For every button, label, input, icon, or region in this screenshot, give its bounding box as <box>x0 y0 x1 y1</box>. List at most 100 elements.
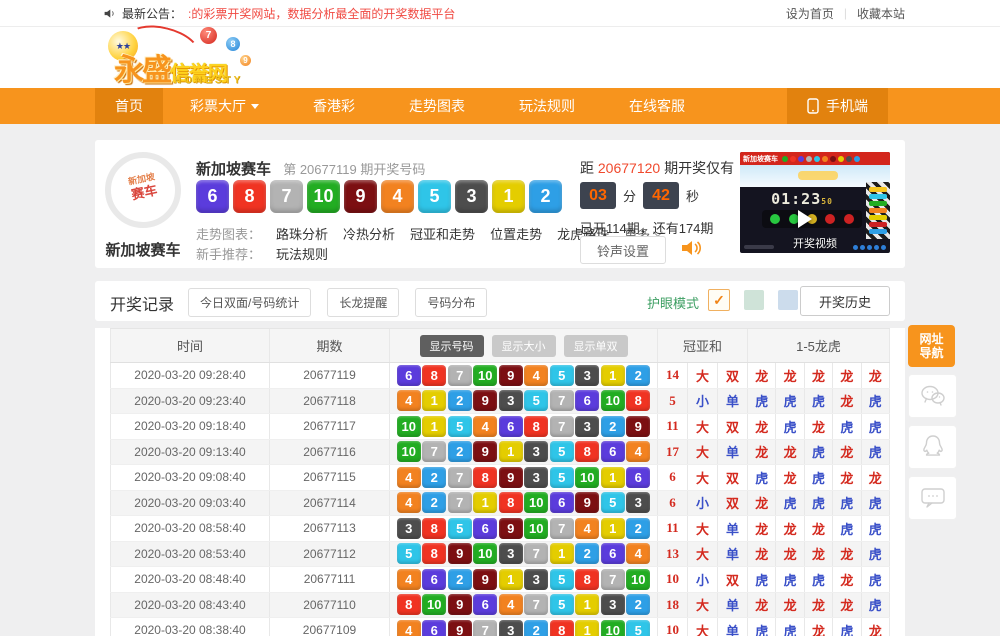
play-icon[interactable] <box>798 210 812 228</box>
site-logo[interactable]: ★★ 7 8 9 永盛信誉网 HONESTY <box>108 29 328 87</box>
result-ball: 9 <box>448 594 472 615</box>
site-nav-button[interactable]: 网址导航 <box>908 325 955 367</box>
show-bigsmall-button[interactable]: 显示大小 <box>492 335 556 357</box>
row-dragon-tiger: 虎 <box>833 516 861 541</box>
nav-item-customer-service[interactable]: 在线客服 <box>602 88 712 124</box>
nav-item-trend-charts[interactable]: 走势图表 <box>382 88 492 124</box>
result-ball: 10 <box>397 416 421 437</box>
mobile-version-button[interactable]: 手机端 <box>787 88 888 124</box>
row-parity: 双 <box>718 363 748 388</box>
link-sum-trend[interactable]: 冠亚和走势 <box>410 224 475 243</box>
result-ball: 2 <box>626 518 650 539</box>
result-ball: 6 <box>473 594 497 615</box>
row-time: 2020-03-20 09:18:40 <box>110 414 270 439</box>
result-ball: 9 <box>575 492 599 513</box>
row-dragon-tiger: 虎 <box>776 567 804 592</box>
row-time: 2020-03-20 09:03:40 <box>110 491 270 516</box>
table-row: 2020-03-20 08:38:40206771094697328110510… <box>110 618 890 636</box>
game-name: 新加坡赛车 <box>95 239 191 260</box>
show-numbers-button[interactable]: 显示号码 <box>420 335 484 357</box>
draw-video-player[interactable]: 新加坡赛车 01:2350 开 <box>740 152 890 253</box>
table-row: 2020-03-20 09:03:4020677114427181069536小… <box>110 491 890 517</box>
link-play-rules[interactable]: 玩法规则 <box>276 244 328 263</box>
row-size: 小 <box>688 389 718 414</box>
row-sum: 5 <box>658 389 688 414</box>
topbar: 最新公告： :的彩票开奖网站，数据分析最全面的开奖数据平台 设为首页 | 收藏本… <box>0 0 1000 27</box>
nav-item-lottery-hall[interactable]: 彩票大厅 <box>163 88 286 124</box>
row-sum: 11 <box>658 414 688 439</box>
set-home-link[interactable]: 设为首页 <box>786 5 834 22</box>
nav-item-home[interactable]: 首页 <box>95 88 163 124</box>
row-balls: 46973281105 <box>390 618 658 636</box>
row-dragon-tiger: 龙 <box>833 465 861 490</box>
bell-settings-button[interactable]: 铃声设置 <box>580 236 666 264</box>
result-ball: 7 <box>601 569 625 590</box>
table-row: 2020-03-20 08:48:40206771114629135871010… <box>110 567 890 593</box>
result-ball: 3 <box>499 390 523 411</box>
show-oddeven-button[interactable]: 显示单双 <box>564 335 628 357</box>
row-period: 20677114 <box>270 491 390 516</box>
table-row: 2020-03-20 09:18:40206771171015468732911… <box>110 414 890 440</box>
wechat-button[interactable] <box>908 374 957 418</box>
announcement-text: :的彩票开奖网站，数据分析最全面的开奖数据平台 <box>188 5 455 22</box>
tab-today-stats[interactable]: 今日双面/号码统计 <box>188 288 311 317</box>
row-time: 2020-03-20 08:58:40 <box>110 516 270 541</box>
result-ball: 9 <box>448 620 472 636</box>
row-dragon-tiger: 虎 <box>748 618 776 636</box>
row-period: 20677109 <box>270 618 390 636</box>
result-ball: 2 <box>575 543 599 564</box>
row-balls: 46291358710 <box>390 567 658 592</box>
link-roadbead-analysis[interactable]: 路珠分析 <box>276 224 328 243</box>
history-button[interactable]: 开奖历史 <box>800 286 890 316</box>
row-dragon-tiger: 龙 <box>833 593 861 618</box>
row-dragon-tiger: 虎 <box>805 389 833 414</box>
result-ball: 5 <box>448 518 472 539</box>
row-dragon-tiger: 龙 <box>805 414 833 439</box>
nav-item-rules[interactable]: 玩法规则 <box>492 88 602 124</box>
theme-swatch-green[interactable] <box>744 290 764 310</box>
row-balls: 68710945312 <box>390 363 658 388</box>
row-time: 2020-03-20 09:28:40 <box>110 363 270 388</box>
row-parity: 双 <box>718 414 748 439</box>
result-ball: 8 <box>550 620 574 636</box>
result-ball: 8 <box>233 180 266 213</box>
row-balls: 42789351016 <box>390 465 658 490</box>
result-ball: 9 <box>499 365 523 386</box>
draw-progress: 已开114期，还有174期 <box>580 218 713 237</box>
row-size: 大 <box>688 363 718 388</box>
feedback-button[interactable] <box>908 476 957 520</box>
row-dragon-tiger: 虎 <box>748 389 776 414</box>
countdown-line: 距 20677120 期开奖仅有 <box>580 158 734 178</box>
row-time: 2020-03-20 08:53:40 <box>110 542 270 567</box>
result-ball: 2 <box>626 594 650 615</box>
row-dragon-tiger: 虎 <box>776 389 804 414</box>
header: ★★ 7 8 9 永盛信誉网 HONESTY <box>0 27 1000 88</box>
eye-mode-checkbox[interactable]: ✓ <box>708 289 730 311</box>
row-balls: 10154687329 <box>390 414 658 439</box>
row-size: 小 <box>688 491 718 516</box>
result-ball: 2 <box>448 441 472 462</box>
row-dragon-tiger: 龙 <box>776 516 804 541</box>
qq-button[interactable] <box>908 425 957 469</box>
col-header-dragon-tiger: 1-5龙虎 <box>748 329 890 362</box>
result-ball: 7 <box>473 620 497 636</box>
row-size: 大 <box>688 465 718 490</box>
row-dragon-tiger: 龙 <box>748 440 776 465</box>
tab-number-distribution[interactable]: 号码分布 <box>415 288 487 317</box>
result-ball: 4 <box>397 620 421 636</box>
table-row: 2020-03-20 09:13:40206771161072913586417… <box>110 440 890 466</box>
row-period: 20677110 <box>270 593 390 618</box>
result-ball: 9 <box>344 180 377 213</box>
result-ball: 4 <box>473 416 497 437</box>
row-sum: 10 <box>658 618 688 636</box>
tab-streak-alert[interactable]: 长龙提醒 <box>327 288 399 317</box>
link-hotcold-analysis[interactable]: 冷热分析 <box>343 224 395 243</box>
favorite-link[interactable]: 收藏本站 <box>857 5 905 22</box>
result-ball: 2 <box>448 390 472 411</box>
sound-on-icon[interactable] <box>680 238 702 263</box>
link-position-trend[interactable]: 位置走势 <box>490 224 542 243</box>
theme-swatch-blue[interactable] <box>778 290 798 310</box>
row-time: 2020-03-20 09:23:40 <box>110 389 270 414</box>
row-dragon-tiger: 龙 <box>805 542 833 567</box>
nav-item-hongkong[interactable]: 香港彩 <box>286 88 382 124</box>
